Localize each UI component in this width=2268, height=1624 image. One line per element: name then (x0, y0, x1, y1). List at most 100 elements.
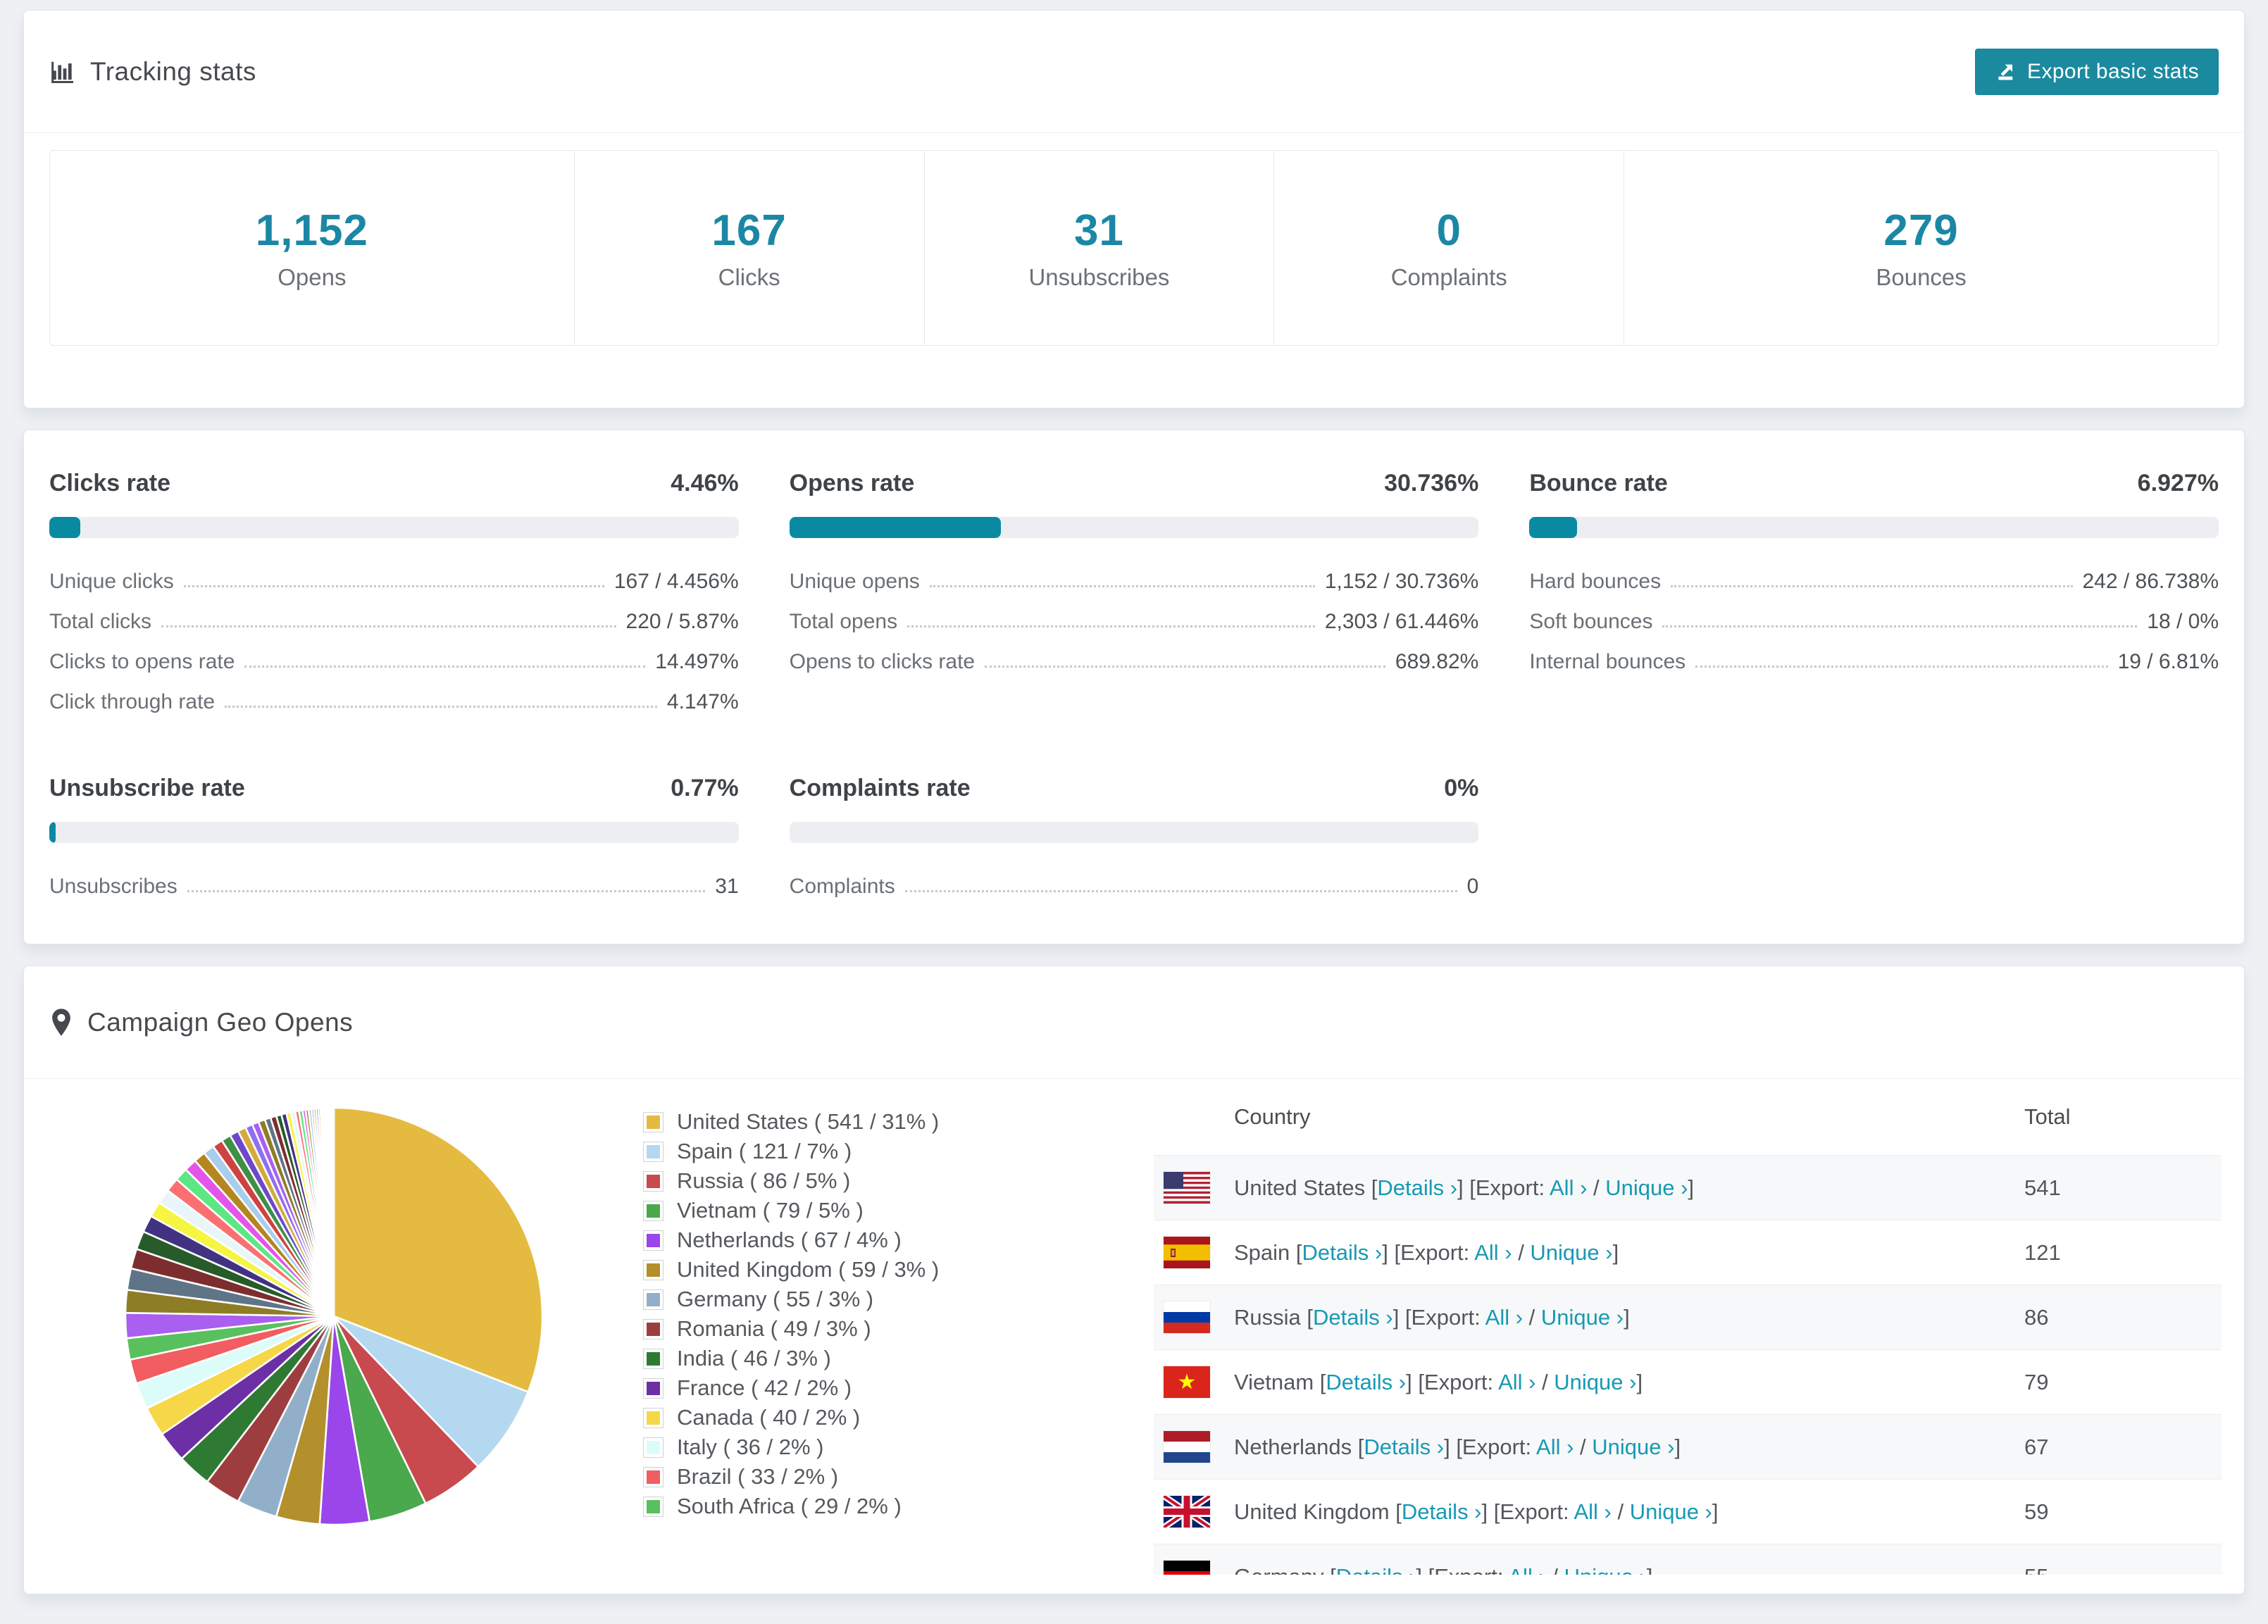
slash: / (1587, 1175, 1606, 1200)
export-button-label: Export basic stats (2027, 59, 2199, 83)
metric-value: 31 (715, 875, 739, 898)
metric-label: Unsubscribes (49, 875, 177, 898)
rate-title: Complaints rate (789, 775, 971, 801)
legend-swatch (643, 1378, 663, 1399)
stat-cell-unsubscribes: 31 Unsubscribes (923, 151, 1274, 345)
legend-item: Spain ( 121 / 7% ) (643, 1137, 1086, 1166)
rate-value: 4.46% (671, 470, 739, 496)
gb-flag-icon (1164, 1496, 1210, 1528)
dotted-leader (1695, 666, 2108, 668)
campaign-geo-opens-card: Campaign Geo Opens United States ( 541 /… (23, 966, 2245, 1594)
metric-value: 167 / 4.456% (613, 570, 739, 593)
stat-label: Unsubscribes (1028, 263, 1170, 290)
export-unique-link[interactable]: Unique › (1592, 1435, 1674, 1459)
export-all-link[interactable]: All › (1485, 1305, 1523, 1330)
stat-label: Clicks (718, 263, 780, 290)
export-all-link[interactable]: All › (1474, 1240, 1512, 1265)
geo-content: United States ( 541 / 31% ) Spain ( 121 /… (24, 1079, 2244, 1575)
legend-swatch (643, 1141, 663, 1162)
export-unique-link[interactable]: Unique › (1630, 1499, 1712, 1524)
export-unique-link[interactable]: Unique › (1541, 1305, 1624, 1330)
metric-row: Soft bounces 18 / 0% (1529, 594, 2219, 634)
country-total: 121 (2024, 1239, 2061, 1265)
bracket: [ (1323, 1564, 1336, 1575)
metric-row: Unsubscribes 31 (49, 858, 739, 899)
geo-pie-chart (124, 1106, 544, 1526)
geo-header: Campaign Geo Opens (24, 966, 2244, 1079)
geo-table-row: Russia [Details ›] [Export: All › / Uniq… (1154, 1285, 2222, 1349)
metric-label: Soft bounces (1529, 610, 1653, 633)
bracket: ] [Export: (1457, 1175, 1550, 1200)
export-unique-link[interactable]: Unique › (1564, 1564, 1647, 1575)
metric-value: 689.82% (1395, 650, 1479, 673)
export-all-link[interactable]: All › (1508, 1564, 1545, 1575)
details-link[interactable]: Details › (1326, 1370, 1406, 1394)
page: Tracking stats Export basic stats 1,152 O… (0, 10, 2268, 1594)
legend-label: India ( 46 / 3% ) (677, 1346, 831, 1370)
rate-panel-bounce: Bounce rate 6.927% Hard bounces 242 / 86.73… (1529, 470, 2219, 714)
metric-label: Total opens (789, 610, 898, 633)
bracket: ] (1647, 1564, 1653, 1575)
metric-row: Clicks to opens rate 14.497% (49, 634, 739, 674)
legend-label: Italy ( 36 / 2% ) (677, 1435, 824, 1459)
export-basic-stats-button[interactable]: Export basic stats (1975, 48, 2219, 95)
export-all-link[interactable]: All › (1550, 1175, 1587, 1200)
details-link[interactable]: Details › (1313, 1305, 1393, 1330)
de-flag-icon (1164, 1561, 1210, 1575)
export-unique-link[interactable]: Unique › (1605, 1175, 1688, 1200)
metric-row: Total opens 2,303 / 61.446% (790, 594, 1479, 634)
country-cell: Netherlands [Details ›] [Export: All › /… (1234, 1435, 2024, 1460)
map-pin-icon (49, 1008, 73, 1037)
bracket: ] (1624, 1304, 1630, 1330)
country-total: 541 (2024, 1175, 2061, 1200)
stat-label: Complaints (1390, 263, 1507, 290)
slash: / (1523, 1304, 1541, 1330)
slash: / (1574, 1434, 1593, 1459)
legend-label: United Kingdom ( 59 / 3% ) (677, 1257, 940, 1282)
dotted-leader (161, 625, 616, 627)
rate-title: Unsubscribe rate (49, 775, 245, 801)
slash: / (1611, 1499, 1630, 1524)
dotted-leader (929, 585, 1315, 587)
details-link[interactable]: Details › (1302, 1240, 1383, 1265)
metric-row: Hard bounces 242 / 86.738% (1529, 554, 2219, 594)
stat-value: 31 (1073, 206, 1124, 255)
country-total: 55 (2024, 1564, 2207, 1575)
legend-swatch (643, 1289, 663, 1310)
details-link[interactable]: Details › (1336, 1564, 1416, 1575)
country-total: 59 (2024, 1499, 2049, 1524)
legend-item: Vietnam ( 79 / 5% ) (643, 1196, 1086, 1225)
progress-fill (789, 517, 1002, 538)
export-unique-link[interactable]: Unique › (1530, 1240, 1612, 1265)
country-name: United Kingdom (1234, 1499, 1390, 1524)
legend-swatch (643, 1496, 663, 1517)
pie-slice-other[interactable] (332, 1106, 335, 1317)
export-unique-link[interactable]: Unique › (1554, 1370, 1636, 1394)
details-link[interactable]: Details › (1402, 1499, 1482, 1524)
legend-swatch (643, 1170, 663, 1192)
export-all-link[interactable]: All › (1498, 1370, 1535, 1394)
geo-table-row: Vietnam [Details ›] [Export: All › / Uni… (1154, 1349, 2222, 1414)
stat-cell-opens: 1,152 Opens (50, 151, 574, 345)
metric-label: Internal bounces (1529, 650, 1686, 673)
export-all-link[interactable]: All › (1536, 1435, 1574, 1459)
bracket: ] (1688, 1175, 1695, 1200)
legend-label: South Africa ( 29 / 2% ) (677, 1494, 902, 1518)
metric-value: 2,303 / 61.446% (1324, 610, 1479, 633)
progress-fill (49, 822, 56, 843)
export-all-link[interactable]: All › (1574, 1499, 1611, 1524)
progress-track (49, 822, 739, 843)
legend-label: Romania ( 49 / 3% ) (677, 1316, 871, 1341)
metric-value: 0 (1466, 875, 1479, 898)
geo-table-row: Spain [Details ›] [Export: All › / Uniqu… (1154, 1220, 2222, 1285)
dotted-leader (904, 890, 1457, 892)
legend-swatch (643, 1407, 663, 1428)
metric-value: 220 / 5.87% (625, 610, 739, 633)
rate-head: Opens rate 30.736% (790, 470, 1479, 497)
legend-item: South Africa ( 29 / 2% ) (643, 1492, 1086, 1521)
stat-label: Bounces (1876, 263, 1967, 290)
dotted-leader (183, 585, 604, 587)
details-link[interactable]: Details › (1377, 1175, 1457, 1200)
details-link[interactable]: Details › (1364, 1435, 1444, 1459)
geo-table-row: United Kingdom [Details ›] [Export: All … (1154, 1479, 2222, 1544)
